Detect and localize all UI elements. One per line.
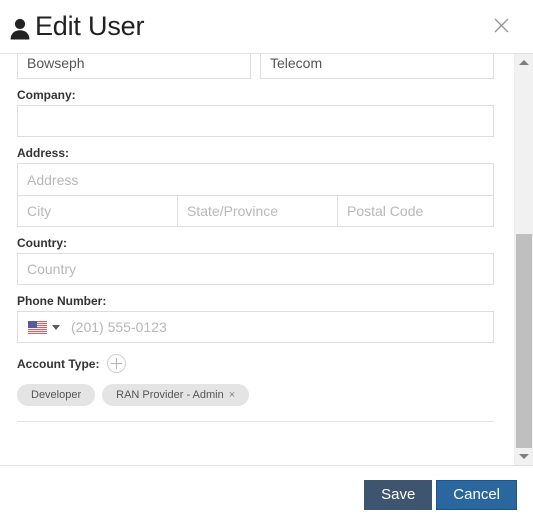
- edit-user-dialog: Edit User Company: Address:: [0, 0, 533, 523]
- address-group: [17, 163, 494, 227]
- list-item[interactable]: RAN Provider - Admin ×: [102, 384, 250, 406]
- address-label: Address:: [17, 146, 70, 160]
- dialog-title-group: Edit User: [9, 13, 144, 40]
- scrollbar-thumb[interactable]: [516, 234, 532, 448]
- chevron-up-icon[interactable]: [515, 54, 533, 71]
- page-title: Edit User: [35, 11, 145, 41]
- phone-number-label: Phone Number:: [17, 294, 107, 308]
- plus-circle-icon[interactable]: [107, 354, 127, 373]
- address-sub-row: [17, 195, 494, 227]
- dialog-footer: Save Cancel: [0, 465, 533, 523]
- last-name-input[interactable]: [17, 54, 251, 79]
- country-input[interactable]: [17, 253, 494, 285]
- account-type-label: Account Type:: [17, 356, 100, 371]
- state-province-input[interactable]: [177, 195, 337, 227]
- street-address-input[interactable]: [17, 163, 494, 195]
- postal-code-input[interactable]: [337, 195, 494, 227]
- cancel-button[interactable]: Cancel: [436, 479, 517, 510]
- section-divider: [17, 421, 494, 422]
- dialog-header: Edit User: [0, 0, 533, 53]
- country-code-select[interactable]: [18, 312, 67, 342]
- top-name-row: [17, 54, 494, 79]
- chevron-down-icon: [52, 324, 60, 330]
- department-input[interactable]: [260, 54, 494, 79]
- save-button[interactable]: Save: [364, 479, 433, 510]
- close-icon[interactable]: [493, 17, 510, 34]
- close-icon[interactable]: ×: [229, 389, 235, 401]
- list-item[interactable]: Developer: [17, 384, 96, 406]
- user-icon: [9, 16, 31, 40]
- chip-label: RAN Provider - Admin: [116, 389, 224, 401]
- vertical-scrollbar[interactable]: [514, 54, 533, 465]
- account-type-row: Account Type:: [17, 354, 494, 373]
- chip-label: Developer: [31, 389, 82, 401]
- company-input[interactable]: [17, 105, 494, 137]
- company-label: Company:: [17, 88, 76, 102]
- country-label: Country:: [17, 236, 67, 250]
- chevron-down-icon[interactable]: [515, 448, 533, 465]
- account-type-chip-list: Developer RAN Provider - Admin ×: [17, 384, 494, 406]
- dialog-body: Company: Address: Country: Phone Number:: [0, 53, 533, 465]
- us-flag-icon: [28, 320, 47, 334]
- phone-input[interactable]: [67, 312, 493, 342]
- city-input[interactable]: [17, 195, 177, 227]
- phone-number-field: [17, 311, 494, 343]
- form-scroll-area: Company: Address: Country: Phone Number:: [0, 54, 514, 465]
